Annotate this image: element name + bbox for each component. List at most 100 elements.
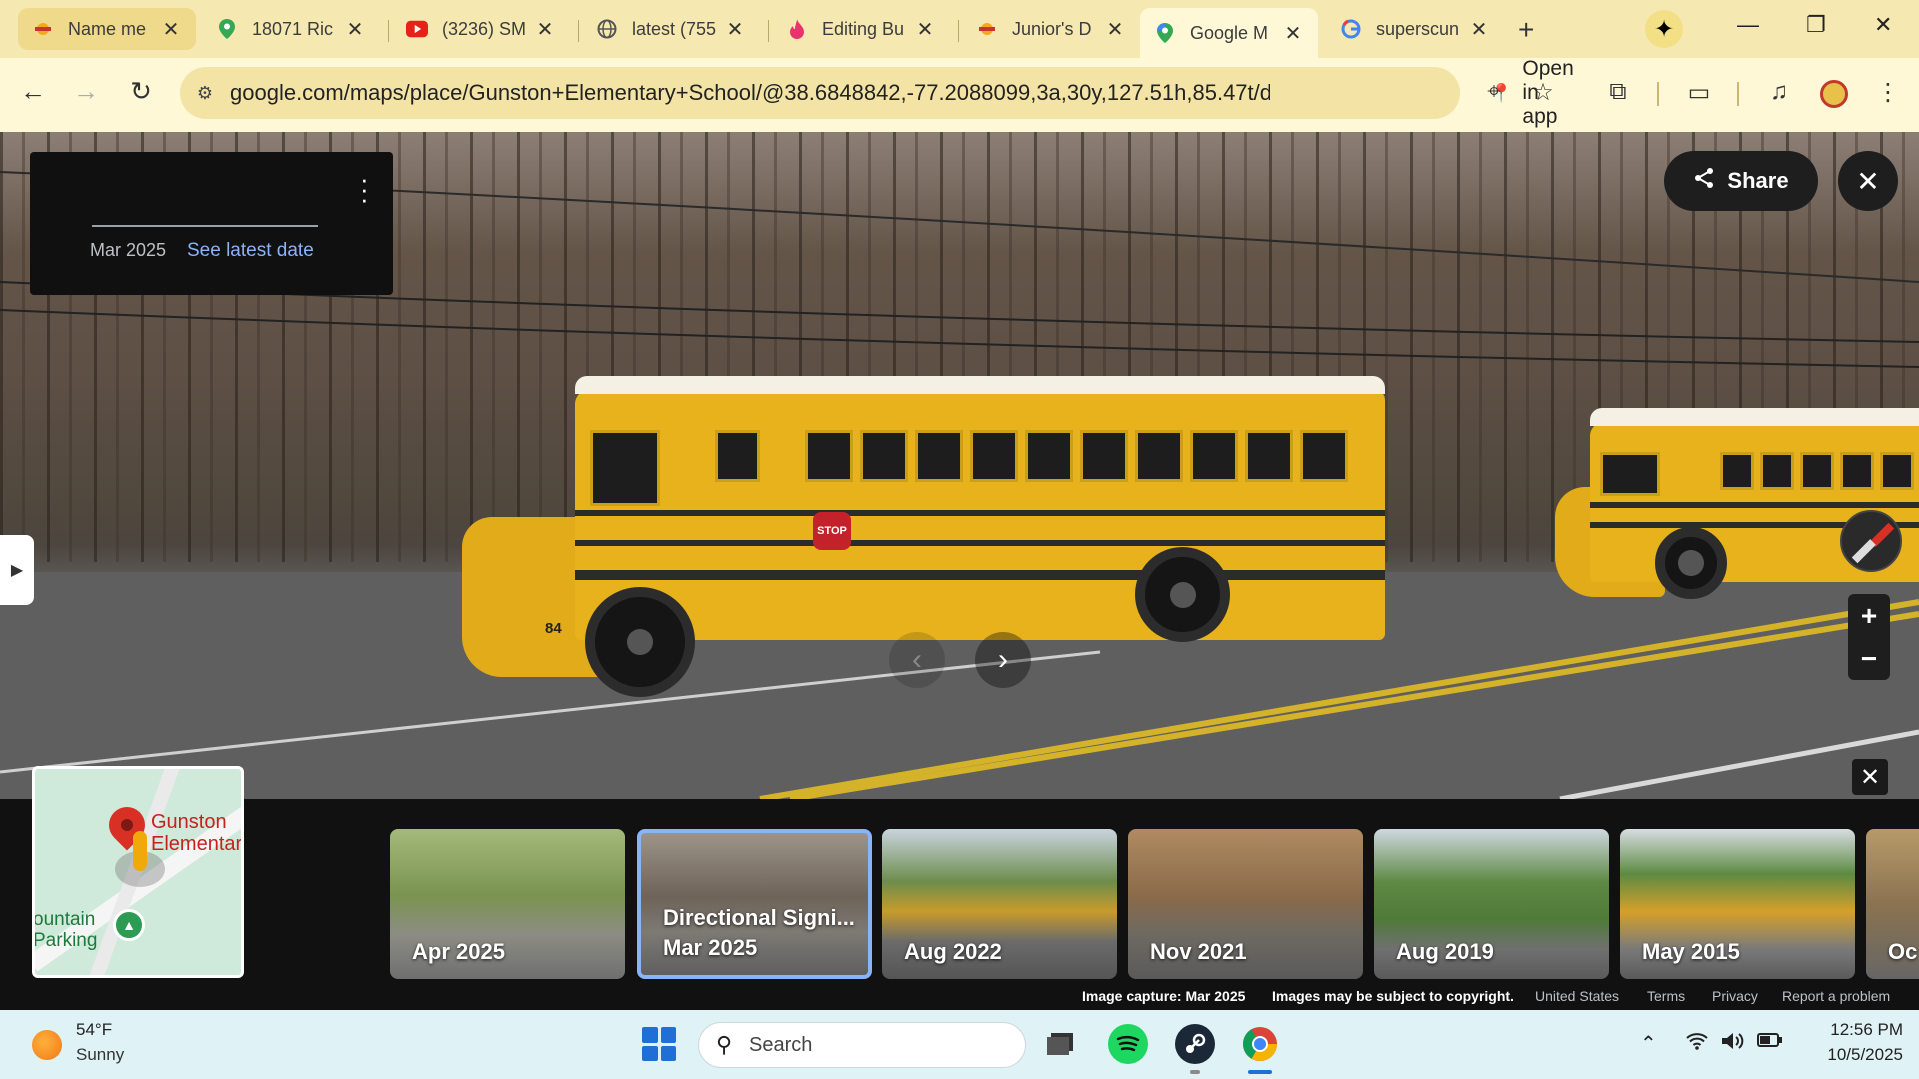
site-settings-icon[interactable]: ⚙ (180, 83, 230, 104)
tab-google-search[interactable]: superscun ✕ (1326, 8, 1504, 50)
see-latest-date-link[interactable]: See latest date (187, 240, 314, 262)
tab-title: Editing Bu (822, 18, 905, 39)
bus-windshield (1600, 452, 1660, 496)
pegman-icon (133, 831, 147, 871)
tab-name-me[interactable]: Name me ✕ (18, 8, 196, 50)
mini-map[interactable]: Gunston Elementar ountain Parking ▲ (32, 766, 244, 978)
close-tab-icon[interactable]: ✕ (1104, 17, 1126, 42)
youtube-icon (406, 18, 428, 40)
wifi-icon[interactable] (1685, 1031, 1709, 1057)
chrome-icon[interactable] (1240, 1024, 1280, 1064)
address-bar[interactable]: ⚙ google.com/maps/place/Gunston+Elementa… (180, 57, 1588, 128)
restore-icon[interactable]: ❐ (1806, 12, 1826, 38)
timeline-thumb-aug-2022[interactable]: Aug 2022 (882, 829, 1117, 979)
bus-wheel (1655, 527, 1727, 599)
bus-body (575, 376, 1385, 640)
search-icon: ⚲ (715, 1032, 733, 1057)
clock-date[interactable]: 10/5/2025 (1803, 1045, 1903, 1065)
privacy-link[interactable]: Privacy (1712, 988, 1758, 1004)
country-link[interactable]: United States (1535, 988, 1619, 1004)
bus-window (1135, 430, 1183, 482)
close-tab-icon[interactable]: ✕ (1468, 17, 1490, 42)
show-hidden-icons-chevron-icon[interactable]: ⌃ (1640, 1031, 1657, 1056)
thumb-label: Oc (1888, 939, 1918, 964)
bus-roof (575, 376, 1385, 394)
close-tab-icon[interactable]: ✕ (1282, 21, 1304, 46)
tab-title: superscun (1376, 18, 1460, 39)
expand-side-panel-icon[interactable]: ▶ (0, 535, 34, 605)
close-tab-icon[interactable]: ✕ (724, 17, 746, 42)
timeline-thumb-nov-2021[interactable]: Nov 2021 (1128, 829, 1363, 979)
tab-juniors[interactable]: Junior's D ✕ (962, 8, 1140, 50)
toolbar-divider (1657, 82, 1659, 106)
close-street-view-icon[interactable]: ✕ (1838, 151, 1898, 211)
steam-icon[interactable] (1175, 1024, 1215, 1064)
bus-window (1800, 452, 1834, 490)
task-view-icon[interactable] (1040, 1024, 1080, 1064)
close-tab-icon[interactable]: ✕ (534, 17, 556, 42)
previous-photo-arrow-icon[interactable]: ‹ (889, 632, 945, 688)
tab-editing[interactable]: Editing Bu ✕ (772, 8, 950, 50)
more-menu-icon[interactable]: ⋮ (1871, 78, 1905, 107)
close-tab-icon[interactable]: ✕ (344, 17, 366, 42)
close-window-icon[interactable]: ✕ (1874, 12, 1892, 38)
tab-youtube[interactable]: (3236) SM ✕ (392, 8, 570, 50)
clock-time[interactable]: 12:56 PM (1813, 1020, 1903, 1040)
windows-start-icon[interactable] (642, 1027, 676, 1061)
volume-icon[interactable] (1720, 1031, 1744, 1057)
timeline-thumb-aug-2019[interactable]: Aug 2019 (1374, 829, 1609, 979)
weather-condition[interactable]: Sunny (76, 1045, 124, 1065)
minimize-icon[interactable]: — (1737, 12, 1759, 38)
profile-avatar[interactable] (1820, 80, 1848, 108)
timeline-thumb-partial[interactable]: Oc (1866, 829, 1919, 979)
tab-title: Google M (1190, 22, 1269, 43)
url-text[interactable]: google.com/maps/place/Gunston+Elementary… (230, 80, 1270, 106)
spotify-icon[interactable] (1108, 1024, 1148, 1064)
bus-window (1840, 452, 1874, 490)
bus-window (970, 430, 1018, 482)
search-placeholder: Search (749, 1033, 813, 1056)
tab-title: latest (755 (632, 18, 717, 39)
extensions-puzzle-icon[interactable]: ⧉ (1601, 78, 1635, 106)
tab-google-maps-active[interactable]: Google M ✕ (1140, 8, 1318, 58)
tab-maps-ric[interactable]: 18071 Ric ✕ (202, 8, 380, 50)
park-label-line: Parking (33, 930, 98, 951)
sun-fire-icon (32, 18, 54, 40)
bookmark-star-icon[interactable]: ☆ (1526, 78, 1560, 107)
close-tab-icon[interactable]: ✕ (914, 17, 936, 42)
report-problem-link[interactable]: Report a problem (1782, 988, 1890, 1004)
bus-window (1880, 452, 1914, 490)
place-label-line: Gunston (151, 811, 227, 833)
compass-icon[interactable] (1840, 510, 1902, 572)
bus-window (805, 430, 853, 482)
tab-latest[interactable]: latest (755 ✕ (582, 8, 760, 50)
timeline-thumb-apr-2025[interactable]: Apr 2025 (390, 829, 625, 979)
timeline-thumb-may-2015[interactable]: May 2015 (1620, 829, 1855, 979)
zoom-out-icon[interactable]: − (1848, 637, 1890, 680)
cast-icon[interactable]: ▭ (1682, 78, 1716, 107)
back-arrow-icon[interactable]: ← (15, 76, 51, 107)
forward-arrow-icon[interactable]: → (68, 76, 104, 107)
sun-fire-icon (976, 18, 998, 40)
zoom-in-icon[interactable]: + (1848, 594, 1890, 637)
share-label: Share (1727, 168, 1789, 193)
taskbar-search-box[interactable]: ⚲ Search (698, 1022, 1026, 1068)
share-button[interactable]: Share (1664, 151, 1818, 211)
thumb-label: Nov 2021 (1150, 939, 1247, 964)
new-tab-plus-icon[interactable]: + (1518, 14, 1534, 46)
close-timeline-icon[interactable]: ✕ (1852, 759, 1888, 795)
timeline-thumb-mar-2025-selected[interactable]: Directional Signi... Mar 2025 (637, 829, 872, 979)
location-icon[interactable]: ⌖ (1477, 78, 1511, 106)
date-panel: · · · Mar 2025 See latest date (30, 152, 393, 295)
weather-temperature[interactable]: 54°F (76, 1020, 112, 1040)
gemini-sparkle-icon[interactable]: ✦ (1645, 10, 1683, 48)
sun-weather-icon[interactable] (32, 1030, 62, 1060)
bus-window (1760, 452, 1794, 490)
close-tab-icon[interactable]: ✕ (160, 17, 182, 42)
reload-icon[interactable]: ↻ (123, 76, 159, 107)
battery-icon[interactable] (1757, 1031, 1783, 1055)
next-photo-arrow-icon[interactable]: › (975, 632, 1031, 688)
terms-link[interactable]: Terms (1647, 988, 1685, 1004)
more-vertical-icon[interactable]: · · · (360, 166, 369, 212)
media-queue-icon[interactable]: ♫ (1762, 78, 1796, 106)
